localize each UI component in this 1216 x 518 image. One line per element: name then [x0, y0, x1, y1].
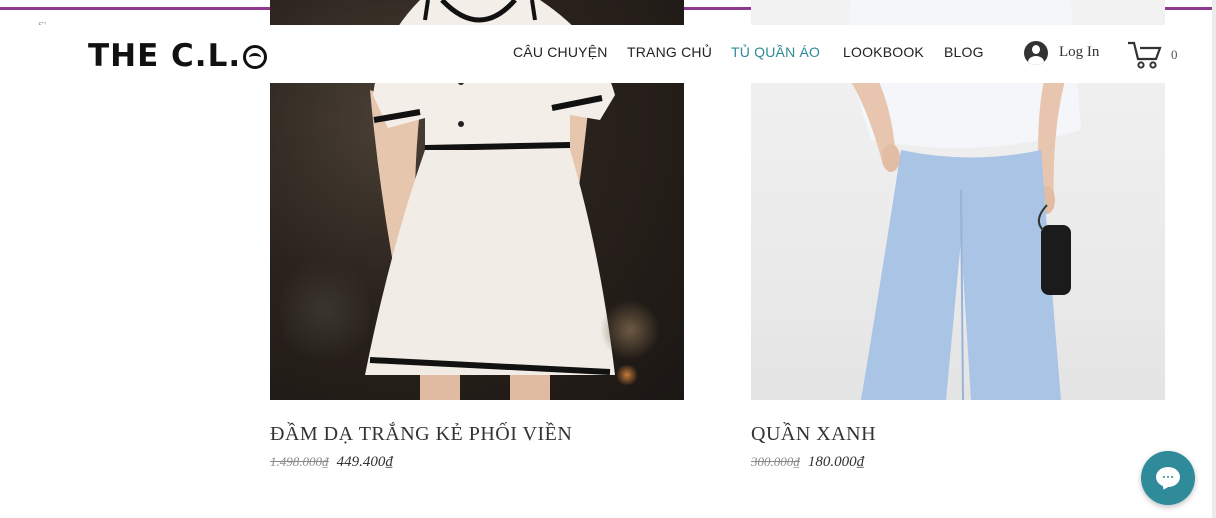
original-price: 1.498.000₫ [270, 454, 329, 469]
login-link[interactable]: Log In [1059, 44, 1099, 61]
product-name[interactable]: ĐẦM DẠ TRẮNG KẺ PHỐI VIỀN [270, 423, 572, 446]
product-price: 300.000₫ 180.000₫ [751, 454, 864, 471]
scrollbar[interactable] [1212, 0, 1216, 518]
background-bokeh [600, 300, 660, 360]
nav-item-cau-chuyen[interactable]: CÂU CHUYỆN [513, 44, 608, 60]
nav-item-trang-chu[interactable]: TRANG CHỦ [627, 44, 712, 60]
sale-price: 449.400₫ [336, 454, 394, 470]
original-price: 300.000₫ [751, 454, 800, 469]
user-icon[interactable] [1024, 41, 1048, 65]
nav-item-blog[interactable]: BLOG [944, 44, 984, 60]
nav-item-lookbook[interactable]: LOOKBOOK [843, 44, 924, 60]
cart-count: 0 [1171, 47, 1178, 62]
nav-item-tu-quan-ao[interactable]: TỦ QUẦN ÁO [731, 44, 820, 60]
product-name[interactable]: QUẦN XANH [751, 423, 876, 446]
chat-button[interactable] [1141, 451, 1195, 505]
background-bokeh [615, 365, 639, 385]
site-header: THE C.L. CÂU CHUYỆN TRANG CHỦ TỦ QUẦN ÁO… [0, 25, 1212, 83]
sale-price: 180.000₫ [807, 454, 865, 470]
background-bokeh [280, 250, 370, 370]
product-price: 1.498.000₫ 449.400₫ [270, 454, 393, 471]
site-logo[interactable]: THE C.L. [88, 39, 268, 73]
cart-icon[interactable] [1126, 39, 1162, 71]
logo-mark-icon [243, 45, 268, 69]
chat-icon [1156, 467, 1180, 487]
